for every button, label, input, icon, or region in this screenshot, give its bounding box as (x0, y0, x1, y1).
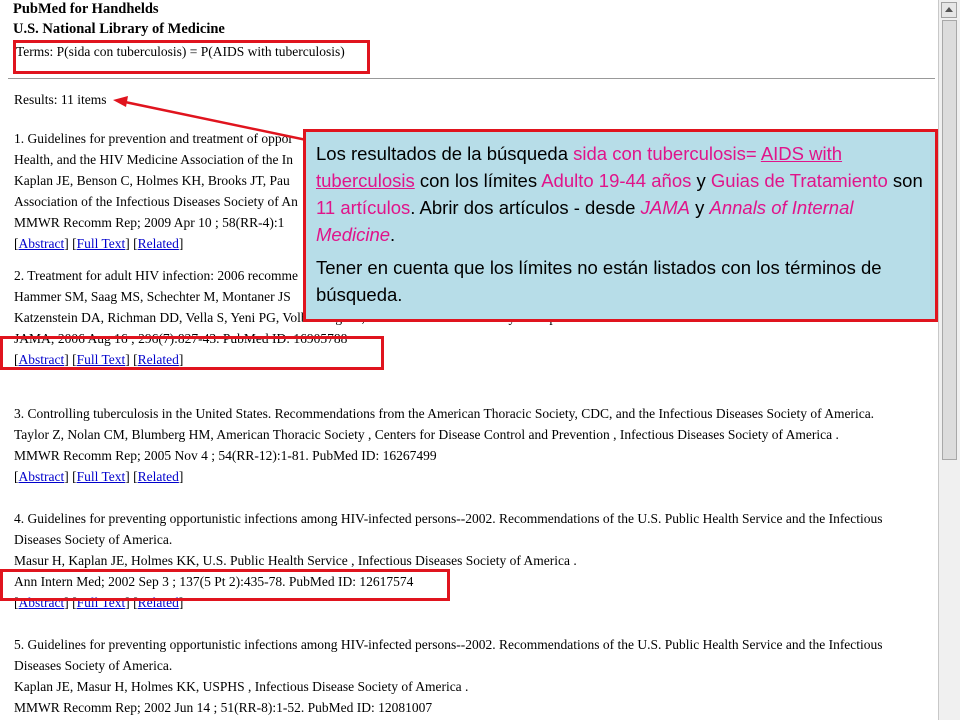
related-link[interactable]: Related (138, 236, 179, 251)
abstract-link[interactable]: Abstract (19, 469, 65, 484)
callout-text: y (691, 170, 711, 191)
callout-paragraph-1: Los resultados de la búsqueda sida con t… (316, 140, 925, 248)
scroll-thumb[interactable] (942, 20, 957, 460)
full-text-link[interactable]: Full Text (77, 236, 126, 251)
header-divider (8, 78, 935, 79)
item-links: [Abstract] [Full Text] [Related] (14, 469, 184, 484)
abstract-link[interactable]: Abstract (19, 236, 65, 251)
org-name: U.S. National Library of Medicine (13, 21, 225, 37)
callout-paragraph-2: Tener en cuenta que los límites no están… (316, 257, 882, 305)
item-links: [Abstract] [Full Text] [Related] (14, 352, 184, 367)
abstract-link[interactable]: Abstract (19, 352, 65, 367)
callout-highlight: sida con tuberculosis= (573, 143, 761, 164)
search-terms: Terms: P(sida con tuberculosis) = P(AIDS… (16, 44, 345, 59)
related-link[interactable]: Related (138, 469, 179, 484)
callout-text: son (887, 170, 923, 191)
item-citation: JAMA; 2006 Aug 16 ; 296(7):827-43. PubMe… (14, 331, 348, 346)
callout-text: . (390, 224, 396, 245)
callout-text: y (689, 197, 710, 218)
item-title-cont[interactable]: Diseases Society of America. (14, 655, 934, 676)
callout-highlight: JAMA (640, 197, 690, 218)
item-citation: MMWR Recomm Rep; 2005 Nov 4 ; 54(RR-12):… (14, 448, 437, 463)
pubmed-results-page: PubMed for Handhelds U.S. National Libra… (0, 0, 938, 720)
callout-text: . Abrir dos artículos - desde (410, 197, 641, 218)
callout-text: con los límites (414, 170, 542, 191)
full-text-link[interactable]: Full Text (77, 595, 126, 610)
callout-text: Los resultados de la búsqueda (316, 143, 574, 164)
item-title[interactable]: 3. Controlling tuberculosis in the Unite… (14, 403, 934, 424)
callout-highlight: 11 artículos (316, 197, 411, 218)
result-item-3: 3. Controlling tuberculosis in the Unite… (14, 403, 934, 487)
result-item-4: 4. Guidelines for preventing opportunist… (14, 508, 934, 613)
full-text-link[interactable]: Full Text (77, 352, 126, 367)
results-count: Results: 11 items (14, 92, 107, 107)
item-authors: Taylor Z, Nolan CM, Blumberg HM, America… (14, 427, 839, 442)
vertical-scrollbar[interactable] (938, 0, 960, 720)
item-title[interactable]: 4. Guidelines for preventing opportunist… (14, 508, 934, 529)
callout-highlight: Adulto 19-44 años (541, 170, 692, 191)
scroll-up-icon[interactable] (941, 2, 957, 18)
callout-highlight: Guias de Tratamiento (710, 170, 888, 191)
item-citation: MMWR Recomm Rep; 2002 Jun 14 ; 51(RR-8):… (14, 700, 433, 715)
result-item-5: 5. Guidelines for preventing opportunist… (14, 634, 934, 718)
item-authors: Kaplan JE, Masur H, Holmes KK, USPHS , I… (14, 679, 469, 694)
item-citation: Ann Intern Med; 2002 Sep 3 ; 137(5 Pt 2)… (14, 574, 414, 589)
item-authors: Masur H, Kaplan JE, Holmes KK, U.S. Publ… (14, 553, 577, 568)
item-title-cont[interactable]: Diseases Society of America. (14, 529, 934, 550)
annotation-callout: Los resultados de la búsqueda sida con t… (303, 129, 938, 322)
related-link[interactable]: Related (138, 595, 179, 610)
full-text-link[interactable]: Full Text (77, 469, 126, 484)
app-title: PubMed for Handhelds (13, 1, 159, 17)
item-links: [Abstract] [Full Text] [Related] (14, 595, 184, 610)
related-link[interactable]: Related (138, 352, 179, 367)
abstract-link[interactable]: Abstract (19, 595, 65, 610)
item-title[interactable]: 5. Guidelines for preventing opportunist… (14, 634, 934, 655)
